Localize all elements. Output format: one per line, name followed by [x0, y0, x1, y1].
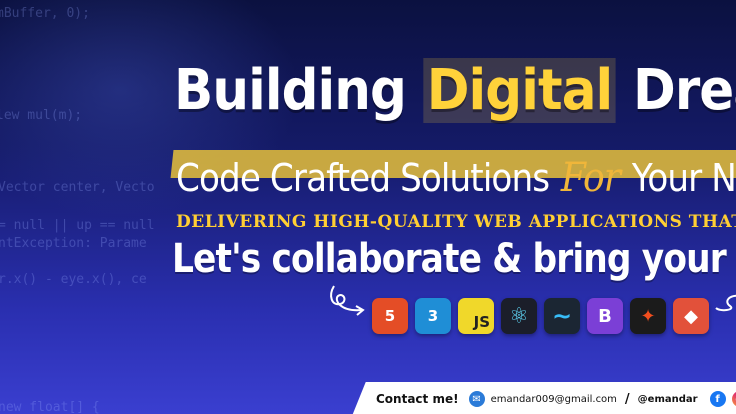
instagram-icon[interactable]: ◎	[731, 391, 736, 407]
code-background-line: ntException: Parame	[0, 236, 147, 251]
subheadline: Code Crafted Solutions For Your Needs	[176, 155, 736, 201]
banner: mBuffer, 0); lew mul(m); Vector center, …	[0, 0, 736, 414]
facebook-icon[interactable]: f	[709, 391, 726, 407]
react-icon: ⚛	[501, 298, 537, 334]
code-background-line: mBuffer, 0);	[0, 6, 90, 21]
code-background-line: Vector center, Vecto	[0, 180, 155, 195]
code-background-line: = null || up == null	[0, 218, 155, 233]
curly-arrow-icon	[330, 285, 365, 316]
javascript-icon: JS	[458, 298, 494, 334]
contact-separator: /	[624, 391, 630, 407]
subheadline-script: For	[560, 155, 621, 201]
css3-icon: 3	[415, 298, 451, 334]
headline-part2: Dreams	[632, 58, 736, 123]
bootstrap-icon: B	[587, 298, 623, 334]
call-to-action: Let's collaborate & bring your vision	[172, 236, 736, 282]
contact-label: Contact me!	[376, 392, 459, 406]
subheadline-part2: Your Needs	[631, 156, 736, 200]
curly-arrow-icon	[715, 294, 736, 312]
code-background-line: r.x() - eye.x(), ce	[0, 272, 147, 287]
headline: Building Digital Dreams	[174, 58, 736, 123]
tech-icons-row: 5 3 JS ⚛ ~ B ✦ ◆	[372, 298, 709, 334]
headline-part1: Building	[174, 58, 424, 123]
code-background-line: new float[] {	[0, 400, 100, 414]
tailwind-icon: ~	[544, 298, 580, 334]
mail-icon: ✉	[468, 391, 485, 407]
headline-highlight: Digital	[423, 58, 616, 123]
figma-icon: ✦	[630, 298, 666, 334]
subheadline-part1: Code Crafted Solutions	[176, 156, 560, 200]
html5-icon: 5	[372, 298, 408, 334]
contact-info: Contact me! ✉ emandar009@gmail.com / @em…	[376, 384, 736, 414]
contact-handle[interactable]: @emandar	[638, 394, 698, 405]
contact-email[interactable]: emandar009@gmail.com	[491, 394, 617, 405]
tagline: DELIVERING HIGH-QUALITY WEB APPLICATIONS…	[176, 212, 736, 232]
code-background-line: lew mul(m);	[0, 108, 83, 123]
git-icon: ◆	[673, 298, 709, 334]
